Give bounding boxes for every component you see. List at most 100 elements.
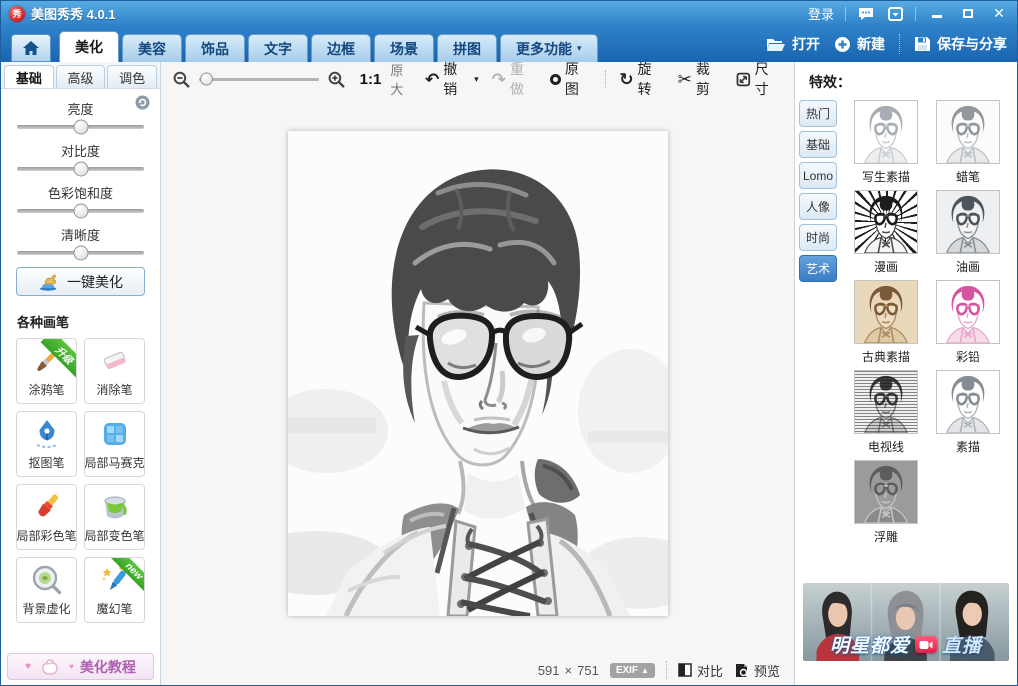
pen-nib-icon <box>30 417 64 451</box>
minimize-button[interactable] <box>927 6 947 22</box>
effect-classical-sketch[interactable]: 古典素描 <box>853 280 919 367</box>
canvas-image-bruce-lee-sketch[interactable] <box>288 131 668 616</box>
open-button[interactable]: 打开 <box>766 34 820 54</box>
status-bar: 591 × 751 EXIF ▲ 对比 预览 <box>161 655 794 685</box>
rotate-button[interactable]: ↻ 旋转 <box>619 59 664 99</box>
clarity-slider[interactable] <box>17 251 144 255</box>
tab-accessories[interactable]: 饰品 <box>185 34 245 62</box>
brightness-slider-group: 亮度 <box>16 99 145 129</box>
tab-label: 高级 <box>68 68 94 87</box>
tab-scene[interactable]: 场景 <box>374 34 434 62</box>
brush-eraser-pen[interactable]: 消除笔 <box>84 338 145 404</box>
tab-color[interactable]: 调色 <box>107 65 157 88</box>
category-label: 艺术 <box>806 260 830 277</box>
one-click-beautify-button[interactable]: 一键美化 <box>16 267 145 296</box>
close-button[interactable]: ✕ <box>989 6 1009 22</box>
category-fashion[interactable]: 时尚 <box>799 224 837 251</box>
slider-label: 清晰度 <box>16 225 145 244</box>
titlebar-separator <box>915 7 916 21</box>
tab-advanced[interactable]: 高级 <box>56 65 106 88</box>
reset-sliders-button[interactable] <box>135 95 150 115</box>
effect-sketch[interactable]: 素描 <box>935 370 1001 457</box>
category-label: Lomo <box>803 169 833 183</box>
category-basic[interactable]: 基础 <box>799 131 837 158</box>
tab-more-features[interactable]: 更多功能▾ <box>500 34 598 62</box>
category-art[interactable]: 艺术 <box>799 255 837 282</box>
category-hot[interactable]: 热门 <box>799 100 837 127</box>
crop-button[interactable]: ✂ 裁剪 <box>678 59 723 99</box>
effect-thumbnail <box>936 190 1000 254</box>
brush-doodle-pen[interactable]: 升级 涂鸦笔 <box>16 338 77 404</box>
sketch-portrait <box>288 131 668 616</box>
beautify-tutorial-button[interactable]: ♥ ♥ 美化教程 <box>7 653 154 680</box>
stamp-icon <box>38 273 60 291</box>
effect-comic[interactable]: 漫画 <box>853 190 919 277</box>
view-original-button[interactable]: 原图 <box>550 59 592 99</box>
effect-label: 彩铅 <box>956 348 980 365</box>
brush-partial-recolor-pen[interactable]: 局部变色笔 <box>84 484 145 550</box>
slider-thumb[interactable] <box>73 246 88 261</box>
tray-minimize-icon[interactable] <box>886 6 904 22</box>
preview-button[interactable]: 预览 <box>734 661 780 680</box>
tab-basic[interactable]: 基础 <box>4 65 54 88</box>
tab-beauty[interactable]: 美容 <box>122 34 182 62</box>
zoom-slider[interactable] <box>199 78 319 81</box>
category-lomo[interactable]: Lomo <box>799 162 837 189</box>
effect-tv-lines[interactable]: 电视线 <box>853 370 919 457</box>
brush-label: 涂鸦笔 <box>28 381 64 398</box>
zoom-actual-size-label[interactable]: 原大 <box>390 60 416 98</box>
zoom-slider-thumb[interactable] <box>200 73 213 86</box>
feedback-icon[interactable] <box>857 6 875 22</box>
tab-collage[interactable]: 拼图 <box>437 34 497 62</box>
category-label: 人像 <box>806 198 830 215</box>
brush-magic-pen[interactable]: new 魔幻笔 <box>84 557 145 623</box>
home-button[interactable] <box>11 34 51 62</box>
tab-frame[interactable]: 边框 <box>311 34 371 62</box>
login-link[interactable]: 登录 <box>808 4 834 23</box>
effect-crayon[interactable]: 蜡笔 <box>935 100 1001 187</box>
effect-thumbnail <box>854 100 918 164</box>
brush-partial-mosaic[interactable]: 局部马赛克 <box>84 411 145 477</box>
slider-thumb[interactable] <box>73 120 88 135</box>
image-height: 751 <box>577 663 599 678</box>
resize-button[interactable]: 尺寸 <box>736 59 782 99</box>
titlebar-separator <box>845 7 846 21</box>
zoom-in-icon[interactable] <box>328 71 345 88</box>
slider-thumb[interactable] <box>73 204 88 219</box>
brush-partial-color-pen[interactable]: 局部彩色笔 <box>16 484 77 550</box>
zoom-out-icon[interactable] <box>173 71 190 88</box>
saturation-slider[interactable] <box>17 209 144 213</box>
save-share-button[interactable]: 保存与分享 <box>914 34 1007 54</box>
effect-label: 古典素描 <box>862 348 910 365</box>
chevron-down-icon[interactable]: ▾ <box>474 75 479 84</box>
rotate-label: 旋转 <box>637 59 664 99</box>
brush-cutout-pen[interactable]: 抠图笔 <box>16 411 77 477</box>
effect-emboss[interactable]: 浮雕 <box>853 460 919 547</box>
brush-background-blur[interactable]: 背景虚化 <box>16 557 77 623</box>
tab-beautify[interactable]: 美化 <box>59 31 119 62</box>
app-logo-icon: 秀 <box>9 6 25 22</box>
effect-life-sketch[interactable]: 写生素描 <box>853 100 919 187</box>
redo-button[interactable]: ↷ 重做 <box>492 59 537 99</box>
tab-label: 饰品 <box>201 39 229 59</box>
category-portrait[interactable]: 人像 <box>799 193 837 220</box>
undo-button[interactable]: ↶ 撤销 ▾ <box>425 59 479 99</box>
brightness-slider[interactable] <box>17 125 144 129</box>
compare-button[interactable]: 对比 <box>678 661 723 680</box>
exif-badge[interactable]: EXIF ▲ <box>610 663 655 678</box>
ad-headline: 明星都爱 <box>830 631 910 658</box>
contrast-slider[interactable] <box>17 167 144 171</box>
maximize-button[interactable] <box>958 6 978 22</box>
tab-label: 基础 <box>16 68 42 87</box>
zoom-actual-size[interactable]: 1:1 <box>360 71 382 88</box>
ad-banner[interactable]: 明星都爱 直播 <box>803 583 1009 661</box>
effect-oil-painting[interactable]: 油画 <box>935 190 1001 277</box>
hand-icon <box>37 658 63 676</box>
lens-blur-icon <box>30 563 64 597</box>
slider-thumb[interactable] <box>73 162 88 177</box>
brushes-section-title: 各种画笔 <box>17 312 145 331</box>
new-button[interactable]: 新建 <box>834 34 885 54</box>
tab-text[interactable]: 文字 <box>248 34 308 62</box>
home-icon <box>22 40 40 56</box>
effect-color-pencil[interactable]: 彩铅 <box>935 280 1001 367</box>
